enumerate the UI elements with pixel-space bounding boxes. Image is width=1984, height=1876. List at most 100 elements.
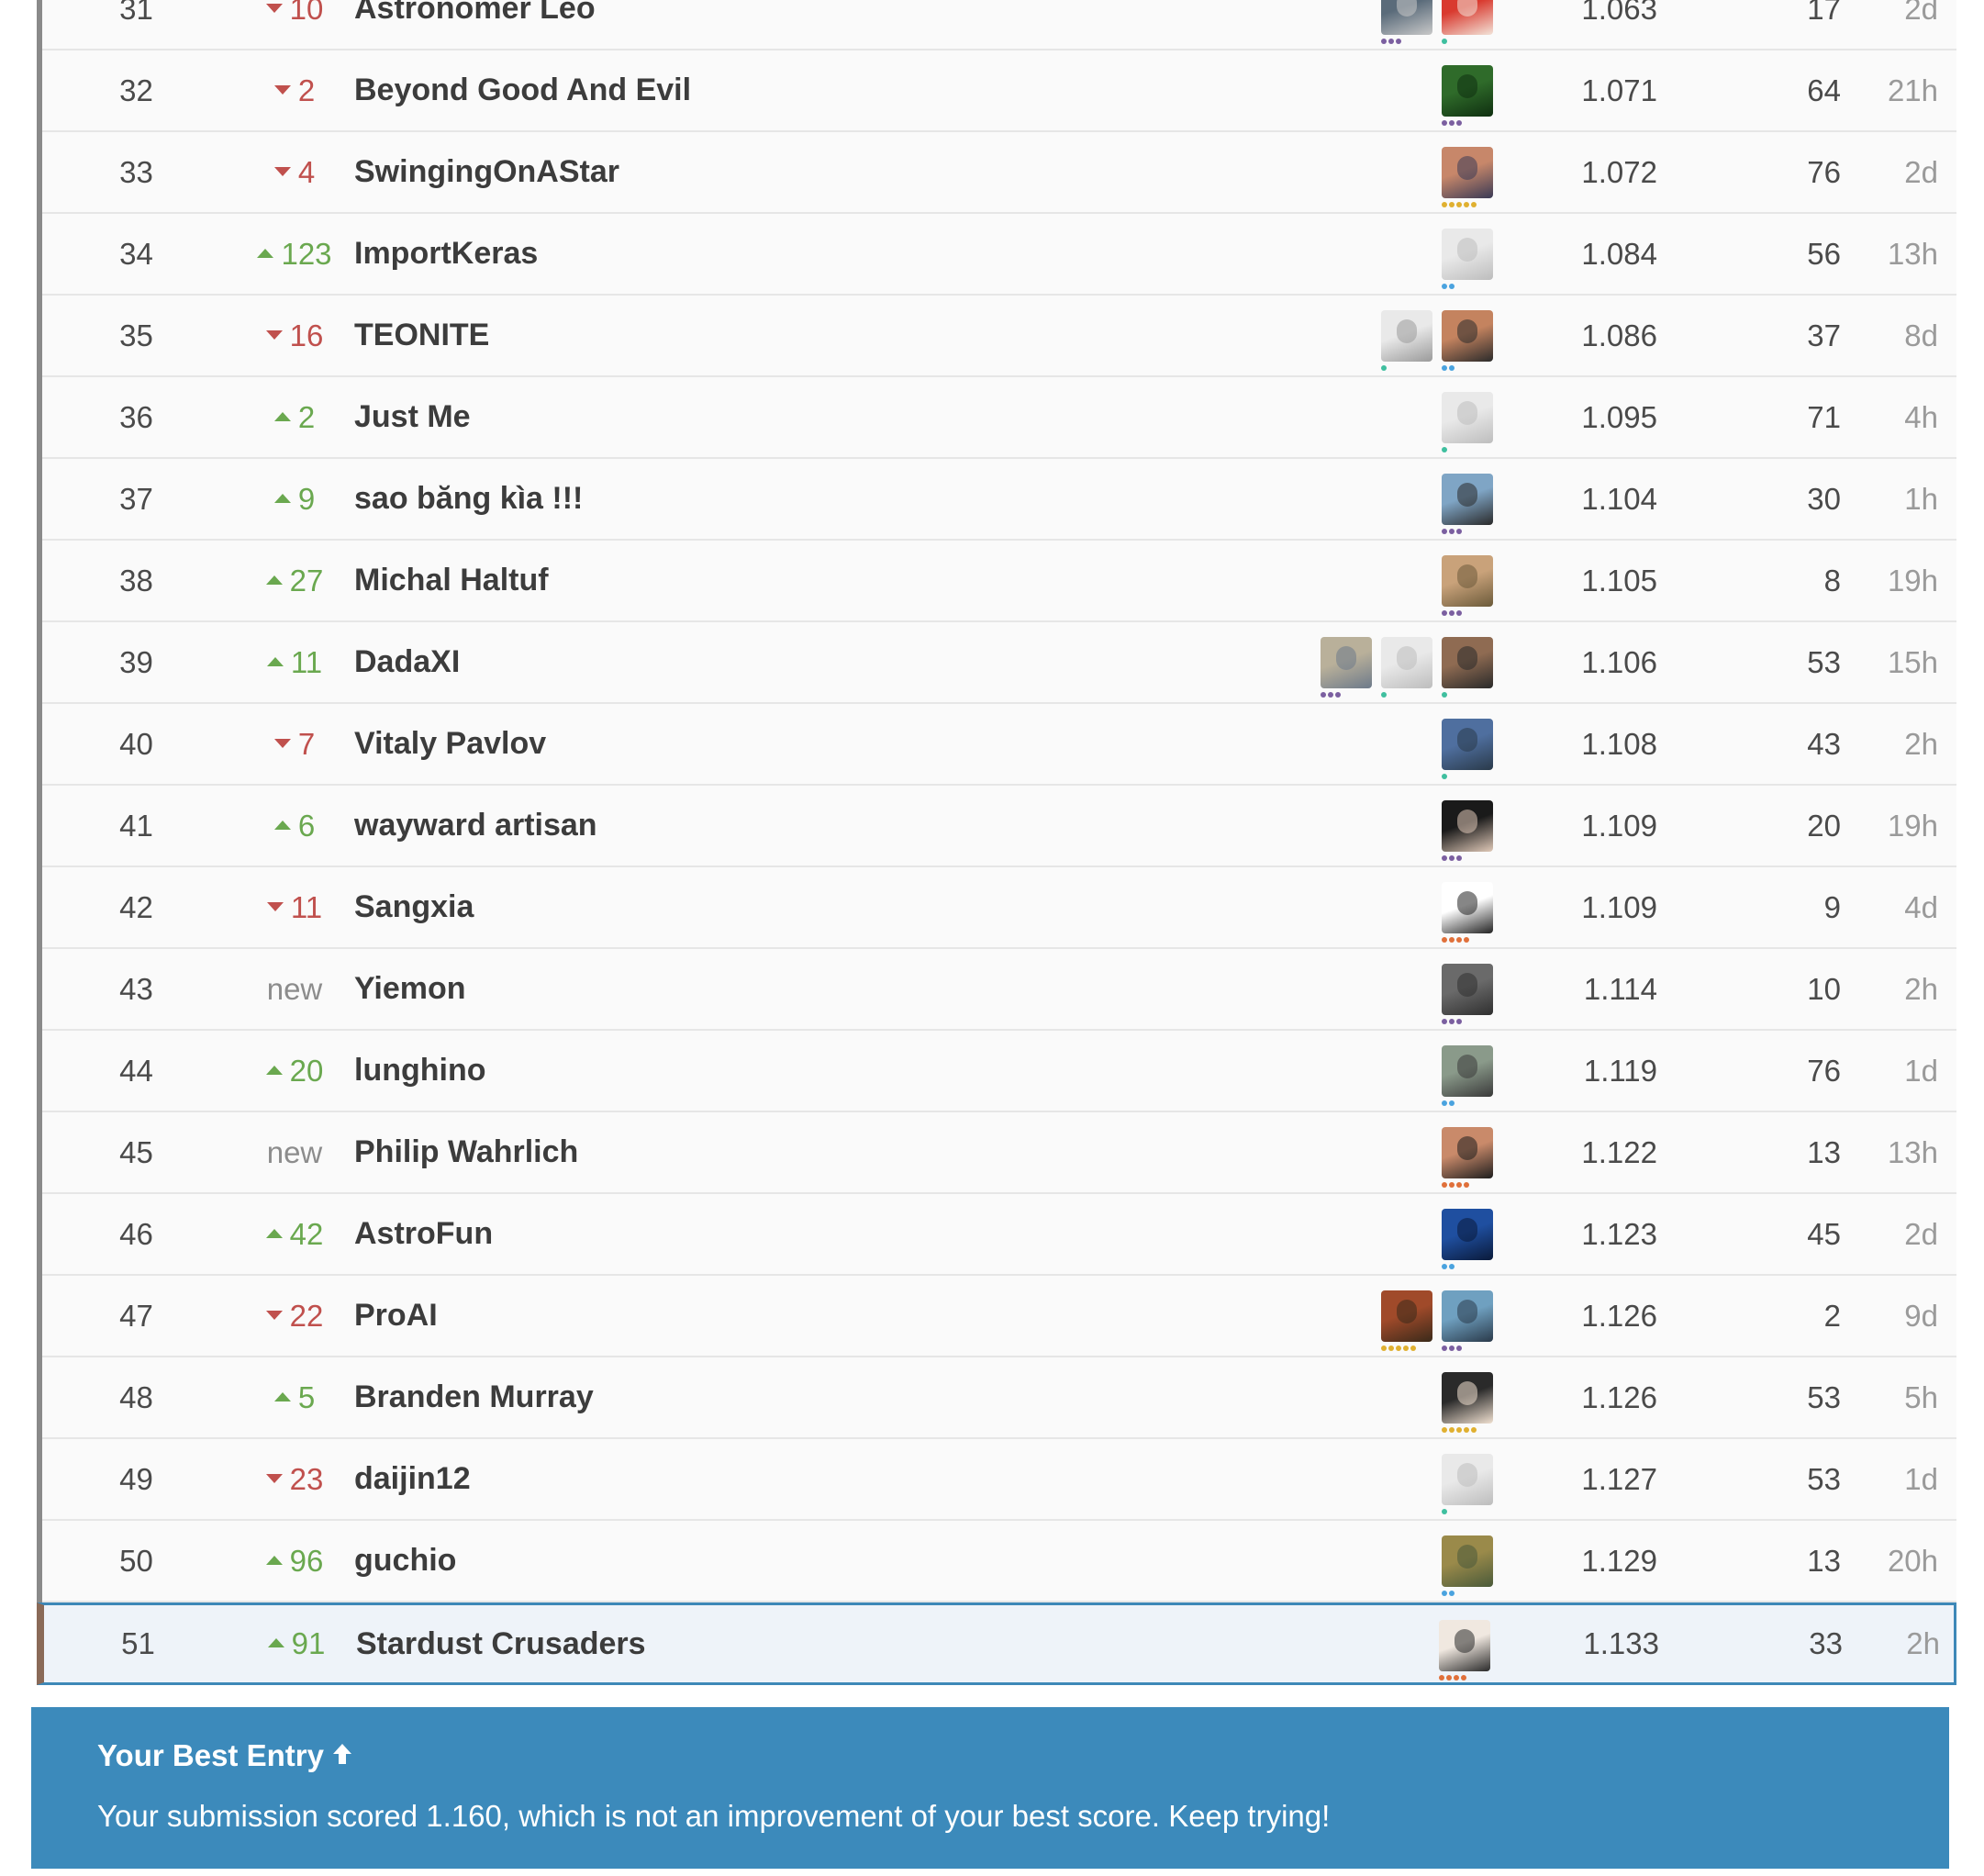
team-name-link[interactable]: Branden Murray	[354, 1357, 594, 1437]
table-row[interactable]: 35 16 TEONITE 1.086 37 8d	[42, 296, 1956, 377]
tier-dots	[1442, 120, 1462, 126]
tier-dots	[1442, 529, 1462, 534]
team-name-link[interactable]: ImportKeras	[354, 214, 538, 294]
last-submission-cell: 1d	[1904, 1054, 1938, 1088]
table-row[interactable]: 46 42 AstroFun 1.123 45 2d	[42, 1194, 1956, 1276]
last-submission-cell: 2h	[1904, 727, 1938, 761]
entries-cell: 17	[1807, 0, 1841, 26]
score-cell: 1.063	[1581, 0, 1657, 26]
triangle-down-icon	[266, 902, 284, 912]
arrow-up-icon[interactable]	[331, 1738, 353, 1773]
rank-change-cell: 2	[217, 377, 373, 457]
team-name-link[interactable]: Just Me	[354, 377, 471, 457]
rank-change-value: 11	[290, 890, 323, 924]
team-name-link[interactable]: Astronomer Leo	[354, 0, 596, 49]
table-row[interactable]: 44 20 lunghino 1.119 76 1d	[42, 1031, 1956, 1112]
table-row[interactable]: 48 5 Branden Murray 1.126 53 5h	[42, 1357, 1956, 1439]
team-name-link[interactable]: Philip Wahrlich	[354, 1112, 578, 1192]
avatar	[1321, 637, 1372, 688]
rank-cell: 47	[119, 1299, 153, 1333]
triangle-up-icon	[266, 657, 284, 667]
table-row[interactable]: 40 7 Vitaly Pavlov 1.108 43 2h	[42, 704, 1956, 786]
team-name-link[interactable]: daijin12	[354, 1439, 471, 1519]
team-name-link[interactable]: Stardust Crusaders	[356, 1605, 646, 1682]
table-row[interactable]: 39 11 DadaXI 1.106 53 15h	[42, 622, 1956, 704]
rank-cell: 33	[119, 155, 153, 189]
member-avatar-link[interactable]	[1381, 1290, 1432, 1355]
rank-cell: 34	[119, 237, 153, 271]
table-row[interactable]: 37 9 sao băng kìa !!! 1.104 30 1h	[42, 459, 1956, 541]
team-name-link[interactable]: DadaXI	[354, 622, 460, 702]
triangle-down-icon	[273, 167, 291, 177]
team-name-link[interactable]: TEONITE	[354, 296, 489, 375]
my-team-row[interactable]: 51 91 Stardust Crusaders 1.133 33 2h	[37, 1602, 1956, 1685]
rank-cell: 42	[119, 890, 153, 924]
rank-change-value: 4	[297, 155, 316, 189]
table-row[interactable]: 38 27 Michal Haltuf 1.105 8 19h	[42, 541, 1956, 622]
entries-cell: 13	[1807, 1544, 1841, 1578]
rank-cell: 48	[119, 1380, 153, 1414]
score-cell: 1.133	[1583, 1626, 1659, 1660]
score-cell: 1.071	[1581, 73, 1657, 107]
last-submission-cell: 8d	[1904, 318, 1938, 352]
last-submission-cell: 2h	[1906, 1626, 1940, 1660]
table-row[interactable]: 34 123 ImportKeras 1.084 56 13h	[42, 214, 1956, 296]
team-name-link[interactable]: Michal Haltuf	[354, 541, 549, 620]
last-submission-cell: 4d	[1904, 890, 1938, 924]
team-name-link[interactable]: guchio	[354, 1521, 456, 1601]
score-cell: 1.108	[1581, 727, 1657, 761]
rank-change-cell: 4	[217, 132, 373, 212]
person-silhouette-icon	[1455, 1629, 1475, 1653]
table-row[interactable]: 41 6 wayward artisan 1.109 20 19h	[42, 786, 1956, 867]
score-cell: 1.114	[1583, 972, 1657, 1006]
member-avatar-link[interactable]	[1381, 0, 1432, 48]
team-name-link[interactable]: Yiemon	[354, 949, 466, 1029]
table-row[interactable]: 42 11 Sangxia 1.109 9 4d	[42, 867, 1956, 949]
table-row[interactable]: 49 23 daijin12 1.127 53 1d	[42, 1439, 1956, 1521]
table-row[interactable]: 33 4 SwingingOnAStar 1.072 76 2d	[42, 132, 1956, 214]
tier-dots	[1439, 1675, 1466, 1681]
tier-dots	[1442, 1427, 1477, 1433]
table-row[interactable]: 50 96 guchio 1.129 13 20h	[42, 1521, 1956, 1602]
tier-dots	[1442, 692, 1447, 698]
table-row[interactable]: 45 new Philip Wahrlich 1.122 13 13h	[42, 1112, 1956, 1194]
member-avatar-link[interactable]	[1381, 310, 1432, 374]
last-submission-cell: 19h	[1887, 564, 1938, 597]
rank-change-value: 9	[297, 482, 316, 516]
avatar	[1381, 637, 1432, 688]
table-row[interactable]: 43 new Yiemon 1.114 10 2h	[42, 949, 1956, 1031]
rank-change-value: 22	[289, 1299, 324, 1333]
team-name-link[interactable]: wayward artisan	[354, 786, 597, 865]
team-name-link[interactable]: sao băng kìa !!!	[354, 459, 583, 539]
rank-change-value: 10	[289, 0, 324, 26]
rank-change-value: new	[266, 972, 323, 1006]
team-name-link[interactable]: AstroFun	[354, 1194, 493, 1274]
score-cell: 1.095	[1581, 400, 1657, 434]
team-name-link[interactable]: SwingingOnAStar	[354, 132, 619, 212]
rank-cell: 40	[119, 727, 153, 761]
rank-cell: 36	[119, 400, 153, 434]
tier-dots	[1321, 692, 1341, 698]
rank-change-value: 42	[289, 1217, 324, 1251]
triangle-down-icon	[273, 739, 291, 749]
member-avatar-link[interactable]	[1381, 637, 1432, 701]
score-cell: 1.086	[1581, 318, 1657, 352]
entries-cell: 64	[1807, 73, 1841, 107]
avatar	[1381, 0, 1432, 35]
member-avatar-link[interactable]	[1321, 637, 1372, 701]
table-row[interactable]: 47 22 ProAI 1.126 2 9d	[42, 1276, 1956, 1357]
team-name-link[interactable]: Sangxia	[354, 867, 474, 947]
team-members	[1321, 622, 1493, 702]
table-row[interactable]: 32 2 Beyond Good And Evil 1.071 64 21h	[42, 50, 1956, 132]
triangle-down-icon	[273, 85, 291, 95]
last-submission-cell: 9d	[1904, 1299, 1938, 1333]
table-row[interactable]: 36 2 Just Me 1.095 71 4h	[42, 377, 1956, 459]
team-name-link[interactable]: lunghino	[354, 1031, 486, 1111]
team-name-link[interactable]: Beyond Good And Evil	[354, 50, 691, 130]
triangle-down-icon	[265, 1474, 283, 1484]
table-row[interactable]: 31 10 Astronomer Leo 1.063 17 2d	[42, 0, 1956, 50]
entries-cell: 71	[1807, 400, 1841, 434]
team-name-link[interactable]: ProAI	[354, 1276, 438, 1356]
team-name-link[interactable]: Vitaly Pavlov	[354, 704, 546, 784]
entries-cell: 53	[1807, 645, 1841, 679]
